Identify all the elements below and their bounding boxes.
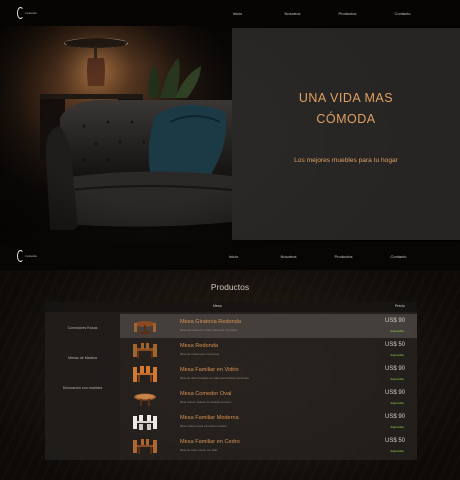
product-stock: disponible xyxy=(390,353,404,357)
product-stock: disponible xyxy=(390,401,404,405)
product-stock: disponible xyxy=(390,329,404,333)
logo-secondary[interactable]: comodo xyxy=(17,249,37,263)
category-sidebar: Comedores Rosas Mesas de Madera Decoraci… xyxy=(45,312,120,460)
hero-subtitle: Los mejores muebles para tu hogar xyxy=(294,157,398,164)
product-name: Mesa Familiar en Cedro xyxy=(180,439,240,445)
logo-text: comodo xyxy=(25,254,37,258)
product-description: Mesa de vidrio templado con sillas para … xyxy=(180,377,249,380)
product-price: US$ 90 xyxy=(384,390,405,396)
product-row[interactable]: Mesa Familiar en Vidrio Mesa de vidrio t… xyxy=(120,362,417,386)
modern-table-image xyxy=(133,415,157,430)
dining-set-image xyxy=(133,343,157,358)
products-table: Mesa Precio Comedores Rosas Mesas de Mad… xyxy=(45,302,417,460)
secondary-navbar: comodo Inicio Nosotros Productos Contact… xyxy=(0,242,460,270)
product-name: Mesa Comedor Oval xyxy=(180,391,232,397)
nav-link-productos[interactable]: Productos xyxy=(320,11,375,16)
product-name: Mesa Familiar Moderna xyxy=(180,415,239,421)
category-item[interactable]: Comedores Rosas xyxy=(45,326,120,330)
hero-title: UNA VIDA MAS CÓMODA xyxy=(232,88,460,130)
nav-link-nosotros[interactable]: Nosotros xyxy=(265,11,320,16)
product-description: Mesa moderna para comedores amplios xyxy=(180,425,227,428)
nav-link-contacto[interactable]: Contacto xyxy=(371,254,426,259)
logo-icon xyxy=(17,7,25,19)
nav-links-secondary: Inicio Nosotros Productos Contacto xyxy=(206,242,426,270)
product-price: US$ 90 xyxy=(384,318,405,324)
category-item[interactable]: Decoración con muebles xyxy=(45,386,120,390)
product-name: Mesa Redonda xyxy=(180,343,218,349)
product-row[interactable]: Mesa Comedor Oval Mesa oval de madera co… xyxy=(120,386,417,410)
product-name: Mesa Giratoria Redonda xyxy=(180,319,241,325)
glass-table-image xyxy=(133,366,157,382)
nav-link-contacto[interactable]: Contacto xyxy=(375,11,430,16)
product-name: Mesa Familiar en Vidrio xyxy=(180,367,239,373)
logo-text: comodo xyxy=(25,11,37,15)
products-section: Productos Mesa Precio Comedores Rosas Me… xyxy=(0,270,460,480)
hero-title-line1: UNA VIDA MAS xyxy=(298,91,394,105)
category-item[interactable]: Mesas de Madera xyxy=(45,356,120,360)
hero-title-line2: CÓMODA xyxy=(316,112,376,126)
page: comodo Inicio Nosotros Productos Contact… xyxy=(0,0,460,480)
product-price: US$ 90 xyxy=(384,366,405,372)
product-price: US$ 90 xyxy=(384,414,405,420)
product-description: Mesa oval de madera con acabado premium xyxy=(180,401,232,404)
product-price: US$ 50 xyxy=(384,342,405,348)
product-row[interactable]: Mesa Familiar en Cedro Mesa de cedro mac… xyxy=(120,434,417,458)
top-navbar: comodo Inicio Nosotros Productos Contact… xyxy=(0,0,460,26)
nav-link-inicio[interactable]: Inicio xyxy=(206,254,261,259)
product-stock: disponible xyxy=(390,425,404,429)
product-description: Mesa de cedro macizo con sillas xyxy=(180,449,218,452)
product-description: Mesa de madera con vidrio, ideal para co… xyxy=(180,329,238,332)
product-row[interactable]: Mesa Redonda Mesa de madera para 4 perso… xyxy=(120,338,417,362)
column-header-name: Mesa xyxy=(213,304,222,308)
hero-text-panel xyxy=(232,28,460,240)
nav-link-nosotros[interactable]: Nosotros xyxy=(261,254,316,259)
round-table-image xyxy=(134,321,156,335)
product-stock: disponible xyxy=(390,377,404,381)
cedar-table-image xyxy=(133,439,157,454)
table-header: Mesa Precio xyxy=(45,302,417,312)
nav-link-productos[interactable]: Productos xyxy=(316,254,371,259)
product-row[interactable]: Mesa Familiar Moderna Mesa moderna para … xyxy=(120,410,417,434)
logo[interactable]: comodo xyxy=(17,6,37,20)
logo-icon xyxy=(17,250,25,262)
products-title: Productos xyxy=(210,282,250,292)
hero-section: UNA VIDA MAS CÓMODA Los mejores muebles … xyxy=(0,26,460,242)
product-stock: disponible xyxy=(390,449,404,453)
product-row[interactable]: Mesa Giratoria Redonda Mesa de madera co… xyxy=(120,314,417,338)
nav-links: Inicio Nosotros Productos Contacto xyxy=(210,0,430,26)
product-price: US$ 50 xyxy=(384,438,405,444)
product-description: Mesa de madera para 4 personas xyxy=(180,353,219,356)
column-header-price: Precio xyxy=(395,304,405,308)
oval-table-image xyxy=(134,393,156,406)
nav-link-inicio[interactable]: Inicio xyxy=(210,11,265,16)
